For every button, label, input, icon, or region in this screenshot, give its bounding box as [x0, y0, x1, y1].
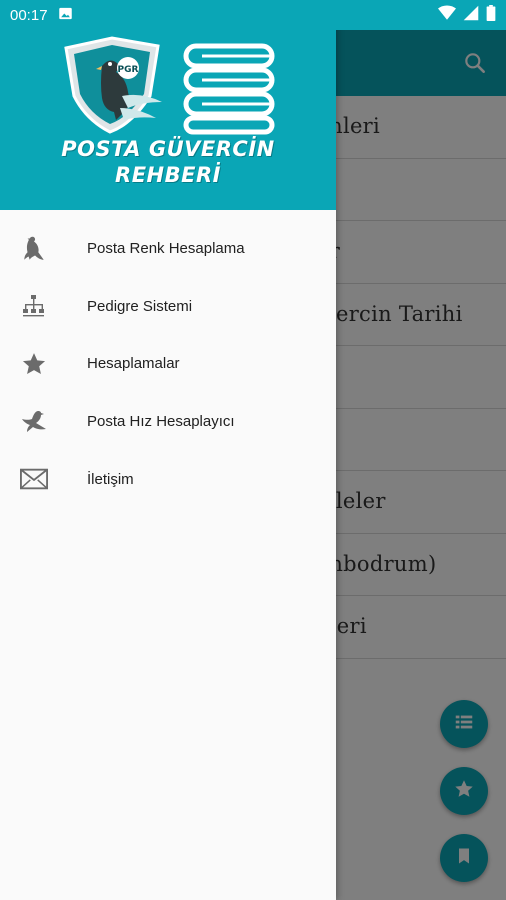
image-icon: [58, 6, 73, 25]
star-icon: [20, 350, 48, 378]
flying-pigeon-icon: [20, 408, 48, 436]
menu-item-hesaplamalar[interactable]: Hesaplamalar: [0, 335, 336, 393]
menu-item-pedigre-sistemi[interactable]: Pedigre Sistemi: [0, 278, 336, 336]
pedigree-tree-icon: [20, 292, 48, 320]
menu-item-label: Pedigre Sistemi: [87, 297, 193, 315]
logo-badge-text: PGR: [118, 65, 139, 75]
pigeon-icon: [20, 235, 48, 263]
mail-icon: [20, 465, 48, 493]
menu-item-label: Hesaplamalar: [87, 355, 180, 373]
menu-item-label: Posta Hız Hesaplayıcı: [87, 413, 235, 431]
drawer-header: PGR POSTA GÜVERCİN REHBERİ: [0, 0, 336, 210]
menu-item-posta-renk-hesaplama[interactable]: Posta Renk Hesaplama: [0, 220, 336, 278]
status-time: 00:17: [10, 6, 48, 24]
signal-icon: [462, 5, 480, 25]
wifi-icon: [438, 5, 456, 25]
drawer-menu: Posta Renk Hesaplama Pedigre Sistemi Hes…: [0, 220, 336, 508]
menu-item-posta-hiz-hesaplayici[interactable]: Posta Hız Hesaplayıcı: [0, 393, 336, 451]
app-logo: PGR: [62, 36, 172, 141]
status-bar: 00:17: [0, 0, 506, 30]
menu-item-iletisim[interactable]: İletişim: [0, 450, 336, 508]
battery-icon: [486, 5, 496, 25]
menu-item-label: Posta Renk Hesaplama: [87, 240, 245, 258]
app-title-line2: REHBERİ: [115, 163, 221, 187]
navigation-drawer: PGR POSTA GÜVERCİN REHBERİ Posta Renk He…: [0, 0, 336, 900]
menu-item-label: İletişim: [87, 470, 134, 488]
books-logo: [180, 42, 284, 141]
app-title-line1: POSTA GÜVERCİN: [61, 137, 275, 161]
